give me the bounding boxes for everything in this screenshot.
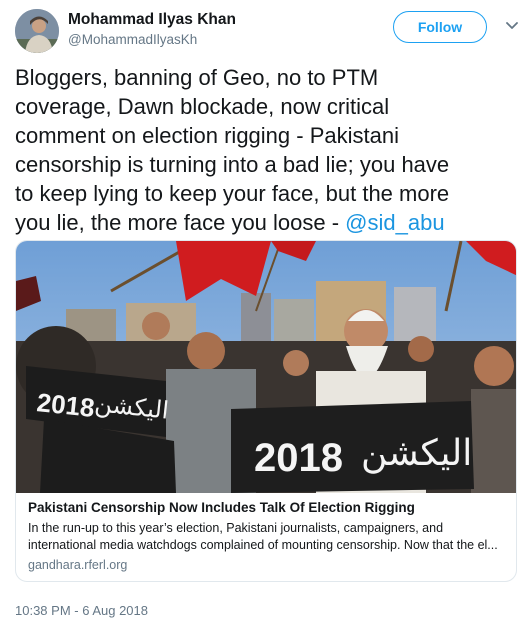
card-description-line: international media watchdogs complained… [28, 538, 498, 552]
mention-link[interactable]: @sid_abu [345, 210, 444, 235]
card-description: In the run-up to this year’s election, P… [28, 520, 506, 554]
link-card[interactable]: 2018 الیکشن 2018 الیکشن Pakistani Censor… [15, 240, 517, 582]
card-image[interactable]: 2018 الیکشن 2018 الیکشن [16, 241, 516, 493]
card-title[interactable]: Pakistani Censorship Now Includes Talk O… [28, 499, 506, 517]
author-display-name[interactable]: Mohammad Ilyas Khan [68, 11, 236, 29]
tweet-text: Bloggers, banning of Geo, no to PTM cove… [15, 63, 521, 237]
tweet-timestamp[interactable]: 10:38 PM - 6 Aug 2018 [15, 603, 148, 618]
banner-right-urdu: الیکشن [361, 433, 472, 474]
card-description-line: In the run-up to this year’s election, P… [28, 521, 444, 535]
banner-right-year: 2018 [254, 436, 343, 480]
banner-left-year: 2018 [35, 387, 96, 423]
card-domain: gandhara.rferl.org [28, 558, 128, 572]
avatar[interactable] [15, 9, 59, 53]
card-meta[interactable]: Pakistani Censorship Now Includes Talk O… [28, 499, 506, 572]
chevron-down-icon[interactable] [505, 21, 519, 31]
follow-button[interactable]: Follow [393, 11, 487, 43]
tweet: Mohammad Ilyas Khan @MohammadIlyasKh Fol… [0, 0, 532, 630]
author-handle[interactable]: @MohammadIlyasKh [68, 32, 197, 47]
